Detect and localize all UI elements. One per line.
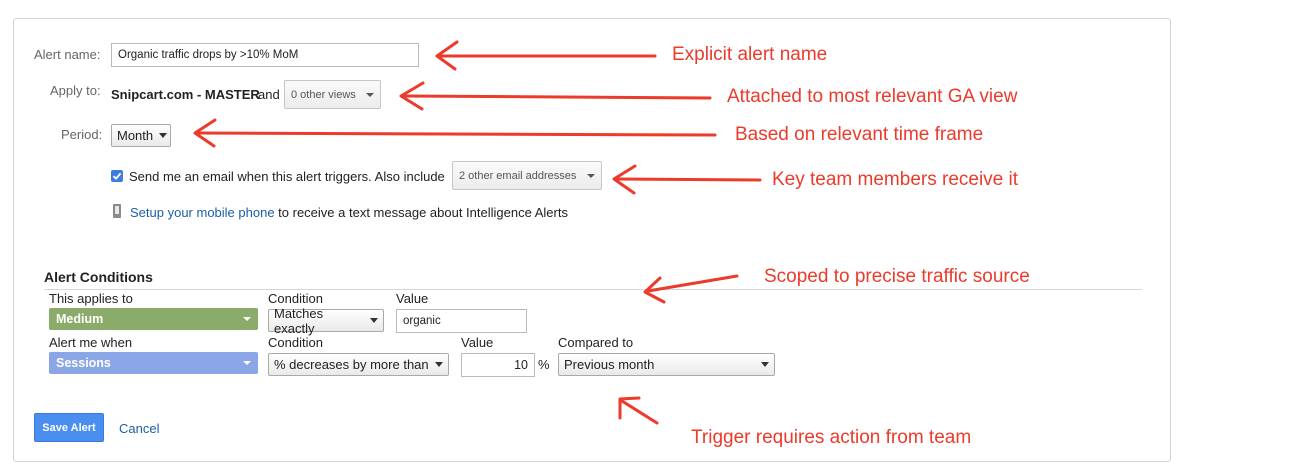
arrow-alert-name: [435, 40, 657, 71]
annotation-team: Key team members receive it: [772, 169, 1019, 190]
annotation-period: Based on relevant time frame: [735, 124, 984, 145]
arrow-trigger: [618, 396, 659, 425]
arrow-period: [193, 118, 717, 148]
annotation-source: Scoped to precise traffic source: [764, 266, 1030, 287]
annotation-trigger: Trigger requires action from team: [691, 427, 972, 448]
annotation-view: Attached to most relevant GA view: [727, 86, 1018, 107]
annotation-name: Explicit alert name: [672, 44, 828, 65]
annotation-arrows: [193, 40, 762, 425]
arrow-view: [399, 81, 712, 111]
arrow-source: [643, 274, 739, 304]
arrow-team: [612, 164, 762, 195]
